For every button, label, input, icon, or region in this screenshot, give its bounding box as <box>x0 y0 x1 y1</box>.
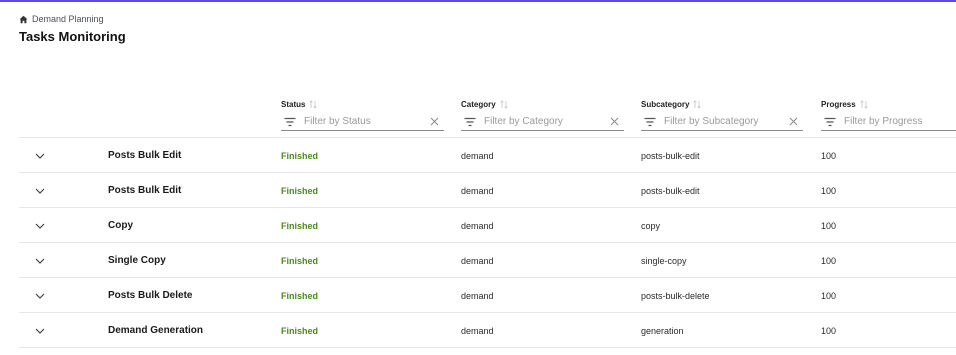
close-icon[interactable] <box>429 116 440 127</box>
task-name: Copy <box>108 220 133 231</box>
subcategory-cell: single-copy <box>641 255 687 266</box>
table-header: Status Category <box>19 98 956 138</box>
chevron-down-icon <box>35 258 45 264</box>
status-filter <box>281 113 444 131</box>
category-cell: demand <box>461 255 494 266</box>
sort-icon[interactable] <box>309 99 318 109</box>
chevron-down-icon <box>35 153 45 159</box>
status-filter-input[interactable] <box>304 113 414 130</box>
chevron-down-icon <box>35 188 45 194</box>
top-accent-bar <box>0 0 956 2</box>
close-icon[interactable] <box>788 116 799 127</box>
expand-row-button[interactable] <box>34 208 46 243</box>
task-name: Single Copy <box>108 255 166 266</box>
expand-row-button[interactable] <box>34 173 46 208</box>
status-badge: Finished <box>281 255 319 266</box>
progress-cell: 100 <box>821 255 837 266</box>
expand-row-button[interactable] <box>34 278 46 313</box>
progress-filter-input[interactable] <box>844 113 954 130</box>
subcategory-cell: posts-bulk-edit <box>641 185 700 196</box>
chevron-down-icon <box>35 293 45 299</box>
expand-row-button[interactable] <box>34 313 46 348</box>
sort-icon[interactable] <box>693 99 702 109</box>
column-label-category[interactable]: Category <box>461 100 496 109</box>
subcategory-filter-input[interactable] <box>664 113 774 130</box>
category-cell: demand <box>461 325 494 336</box>
sort-icon[interactable] <box>860 99 868 109</box>
progress-cell: 100 <box>821 290 837 301</box>
table-row[interactable]: Single Copy Finished demand single-copy … <box>19 243 956 278</box>
progress-cell: 100 <box>821 220 837 231</box>
table-row[interactable]: Copy Finished demand copy 100 <box>19 208 956 243</box>
column-header-progress: Progress <box>821 98 956 131</box>
subcategory-cell: posts-bulk-delete <box>641 290 710 301</box>
filter-icon <box>824 117 836 126</box>
status-badge: Finished <box>281 325 319 336</box>
category-cell: demand <box>461 185 494 196</box>
column-header-status: Status <box>281 98 444 131</box>
column-header-category: Category <box>461 98 624 131</box>
breadcrumb-link-demand-planning[interactable]: Demand Planning <box>32 14 104 24</box>
chevron-down-icon <box>35 223 45 229</box>
subcategory-filter <box>641 113 803 131</box>
task-name: Posts Bulk Delete <box>108 290 193 301</box>
expand-row-button[interactable] <box>34 138 46 173</box>
home-icon <box>19 15 28 23</box>
column-label-progress[interactable]: Progress <box>821 100 856 109</box>
column-header-subcategory: Subcategory <box>641 98 803 131</box>
category-cell: demand <box>461 220 494 231</box>
status-badge: Finished <box>281 290 319 301</box>
task-name: Demand Generation <box>108 325 204 336</box>
subcategory-cell: generation <box>641 325 684 336</box>
subcategory-cell: copy <box>641 220 661 231</box>
table-row[interactable]: Posts Bulk Delete Finished demand posts-… <box>19 278 956 313</box>
filter-icon <box>644 117 656 126</box>
filter-icon <box>284 117 296 126</box>
task-name: Posts Bulk Edit <box>108 185 182 196</box>
progress-cell: 100 <box>821 185 837 196</box>
tasks-table: Status Category <box>19 98 956 348</box>
status-badge: Finished <box>281 185 319 196</box>
progress-cell: 100 <box>821 325 837 336</box>
category-filter-input[interactable] <box>484 113 594 130</box>
task-name: Posts Bulk Edit <box>108 150 182 161</box>
column-label-subcategory[interactable]: Subcategory <box>641 100 689 109</box>
category-cell: demand <box>461 290 494 301</box>
filter-icon <box>464 117 476 126</box>
expand-row-button[interactable] <box>34 243 46 278</box>
status-badge: Finished <box>281 150 319 161</box>
chevron-down-icon <box>35 328 45 334</box>
category-cell: demand <box>461 150 494 161</box>
table-row[interactable]: Posts Bulk Edit Finished demand posts-bu… <box>19 138 956 173</box>
page-title: Tasks Monitoring <box>19 29 126 44</box>
column-label-status[interactable]: Status <box>281 100 305 109</box>
status-badge: Finished <box>281 220 319 231</box>
subcategory-cell: posts-bulk-edit <box>641 150 700 161</box>
category-filter <box>461 113 624 131</box>
close-icon[interactable] <box>609 116 620 127</box>
breadcrumb: Demand Planning <box>19 13 104 25</box>
sort-icon[interactable] <box>500 99 508 109</box>
table-row[interactable]: Demand Generation Finished demand genera… <box>19 313 956 348</box>
table-row[interactable]: Posts Bulk Edit Finished demand posts-bu… <box>19 173 956 208</box>
progress-cell: 100 <box>821 150 837 161</box>
progress-filter <box>821 113 956 131</box>
